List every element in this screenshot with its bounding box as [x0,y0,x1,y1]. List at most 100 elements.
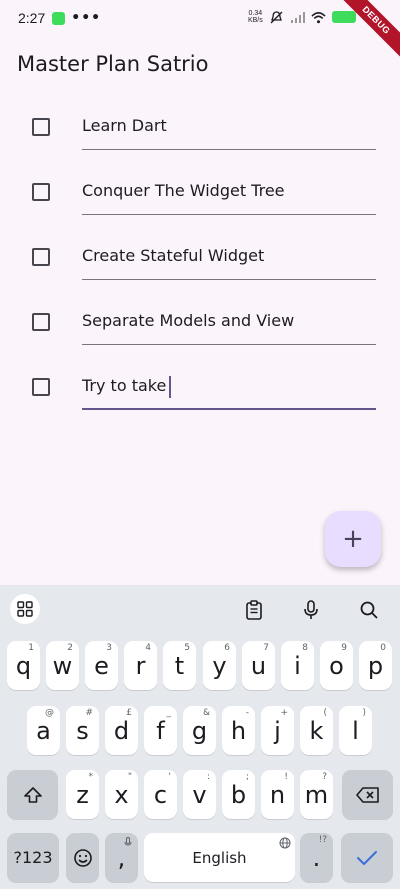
voice-hint-icon [124,837,132,846]
search-icon[interactable] [356,597,382,623]
key-label: y [212,651,227,680]
status-bar: 2:27 ••• 0.34 KB/s 95 [0,0,400,36]
key-hint: 4 [145,643,151,653]
apps-grid-icon[interactable] [10,594,40,624]
comma-key[interactable]: , [105,833,138,882]
key-hint: 0 [380,643,386,653]
key-label: r [135,651,146,680]
period-label: . [312,843,321,872]
key-hint: ? [322,772,327,782]
add-task-button[interactable]: + [325,511,381,567]
battery-icon [331,11,356,23]
key-j[interactable]: j + [261,706,294,755]
key-n[interactable]: n! [261,770,294,819]
key-hint: 5 [184,643,190,653]
enter-key[interactable] [341,833,393,882]
space-label: English [192,848,247,867]
list-item: Separate Models and View [0,295,400,360]
key-g[interactable]: g & [183,706,216,755]
key-o[interactable]: o9 [320,641,353,690]
plus-icon: + [342,524,364,554]
key-r[interactable]: r4 [124,641,157,690]
period-key[interactable]: . !? [300,833,333,882]
key-hint: * [88,772,94,782]
shift-icon [23,786,42,803]
key-label: l [352,716,359,745]
key-h[interactable]: h- [222,706,255,755]
bell-muted-icon [270,10,283,23]
key-label: t [174,651,185,680]
list-item: Create Stateful Widget [0,230,400,295]
more-notifications-icon: ••• [71,10,102,26]
symbols-key[interactable]: ?123 [7,833,59,882]
task-checkbox[interactable] [32,118,50,136]
key-label: k [309,716,324,745]
globe-icon [279,837,291,849]
key-hint: 6 [224,643,230,653]
task-checkbox[interactable] [32,378,50,396]
task-checkbox[interactable] [32,313,50,331]
key-y[interactable]: y6 [203,641,236,690]
microphone-icon[interactable] [298,597,324,623]
key-q[interactable]: q1 [7,641,40,690]
key-p[interactable]: p0 [359,641,392,690]
list-item: Conquer The Widget Tree [0,165,400,230]
network-speed: 0.34 KB/s [248,10,263,24]
key-z[interactable]: z * [66,770,99,819]
key-u[interactable]: u7 [242,641,275,690]
network-speed-value: 0.34 [248,10,263,17]
key-label: p [367,651,384,680]
key-t[interactable]: t5 [163,641,196,690]
key-hint: ; [245,772,249,782]
task-text-field[interactable]: Separate Models and View [82,295,376,345]
key-s[interactable]: s # [66,706,99,755]
emoji-key[interactable] [66,833,99,882]
task-checkbox[interactable] [32,183,50,201]
backspace-key[interactable] [342,770,393,819]
task-text: Try to take [82,376,167,395]
key-hint: £ [126,708,132,718]
key-hint: + [280,708,288,718]
key-i[interactable]: i8 [281,641,314,690]
key-w[interactable]: w2 [46,641,79,690]
key-m[interactable]: m? [300,770,333,819]
key-label: a [36,716,51,745]
key-label: j [274,716,281,745]
key-label: m [304,780,329,809]
key-c[interactable]: c ' [144,770,177,819]
clipboard-icon[interactable] [241,597,267,623]
key-label: n [269,780,286,809]
key-label: x [114,780,129,809]
key-label: w [52,651,73,680]
key-e[interactable]: e3 [85,641,118,690]
list-item: Try to take [0,360,400,425]
key-hint: ( [323,708,327,718]
key-d[interactable]: d £ [105,706,138,755]
key-label: v [192,780,207,809]
key-k[interactable]: k( [300,706,333,755]
task-checkbox[interactable] [32,248,50,266]
key-b[interactable]: b; [222,770,255,819]
key-label: b [230,780,247,809]
soft-keyboard: q1 w2 e3 r4 t5 y6 u7 i8 o9 p0 a @ s # d £ f… [0,585,400,889]
key-hint: 9 [341,643,347,653]
key-hint: @ [45,708,54,718]
task-text-field[interactable]: Create Stateful Widget [82,230,376,280]
shift-key[interactable] [7,770,58,819]
task-text-field[interactable]: Learn Dart [82,100,376,150]
key-v[interactable]: v: [183,770,216,819]
key-l[interactable]: l) [339,706,372,755]
key-x[interactable]: x " [105,770,138,819]
key-hint: ) [362,708,366,718]
key-a[interactable]: a @ [27,706,60,755]
key-label: c [153,780,168,809]
key-hint: 2 [67,643,73,653]
key-hint: & [202,708,210,718]
key-label: h [230,716,247,745]
task-text-field-focused[interactable]: Try to take [82,360,376,410]
key-label: s [76,716,89,745]
space-key[interactable]: English [144,833,295,882]
task-text-field[interactable]: Conquer The Widget Tree [82,165,376,215]
key-hint: !? [318,835,327,845]
key-f[interactable]: f _ [144,706,177,755]
